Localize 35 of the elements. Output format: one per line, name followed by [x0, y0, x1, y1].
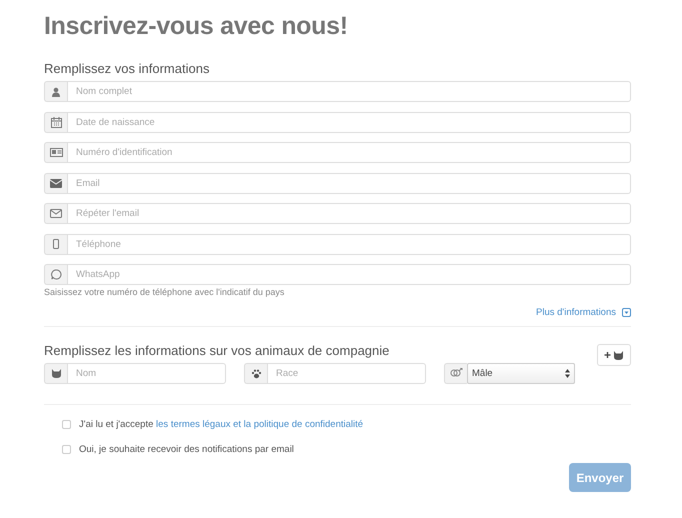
terms-link[interactable]: les termes légaux et la politique de confidentialité — [156, 419, 364, 430]
checkbox[interactable] — [62, 445, 71, 454]
submit-button[interactable]: Envoyer — [569, 463, 631, 492]
gender-icon — [449, 368, 463, 379]
section-heading: Remplissez les informations sur vos animaux de compagnie — [44, 343, 390, 358]
more-info-link[interactable]: Plus d'informations — [536, 307, 631, 318]
select-arrows-icon — [565, 369, 570, 378]
paw-icon — [250, 368, 262, 378]
phone-icon — [53, 239, 59, 249]
input-field[interactable]: Email — [67, 172, 631, 194]
consent-text: Oui, je souhaite recevoir des notifications par email — [79, 444, 294, 455]
page-title: Inscrivez-vous avec nous! — [44, 12, 349, 41]
input-field[interactable]: WhatsApp — [67, 264, 631, 285]
input-field[interactable]: Numéro d'identification — [67, 142, 631, 163]
input-field[interactable]: Race — [267, 363, 426, 384]
id-card-icon — [50, 148, 62, 157]
section-heading: Remplissez vos informations — [44, 61, 210, 76]
input-field[interactable]: Téléphone — [67, 234, 631, 254]
input-field[interactable]: Nom complet — [67, 81, 631, 102]
whatsapp-icon — [50, 269, 62, 280]
help-text: Saisissez votre numéro de téléphone avec l'indicatif du pays — [44, 287, 286, 297]
input-field[interactable]: Date de naissance — [67, 112, 631, 132]
cat-icon — [50, 369, 62, 378]
gender-select[interactable]: Mâle — [467, 363, 575, 384]
cat-icon — [613, 350, 624, 360]
checkbox[interactable] — [62, 420, 71, 429]
user-icon — [51, 86, 61, 96]
input-field[interactable]: Répéter l'email — [67, 203, 631, 224]
envelope-icon — [50, 178, 62, 188]
consent-text: J'ai lu et j'accepte les termes légaux et la politique de confidentialité — [79, 419, 364, 430]
input-field[interactable]: Nom — [67, 363, 226, 384]
calendar-icon — [50, 116, 62, 128]
dropdown-icon — [622, 308, 631, 317]
add-pet-button[interactable]: + — [596, 344, 631, 366]
envelope-icon — [50, 209, 62, 218]
